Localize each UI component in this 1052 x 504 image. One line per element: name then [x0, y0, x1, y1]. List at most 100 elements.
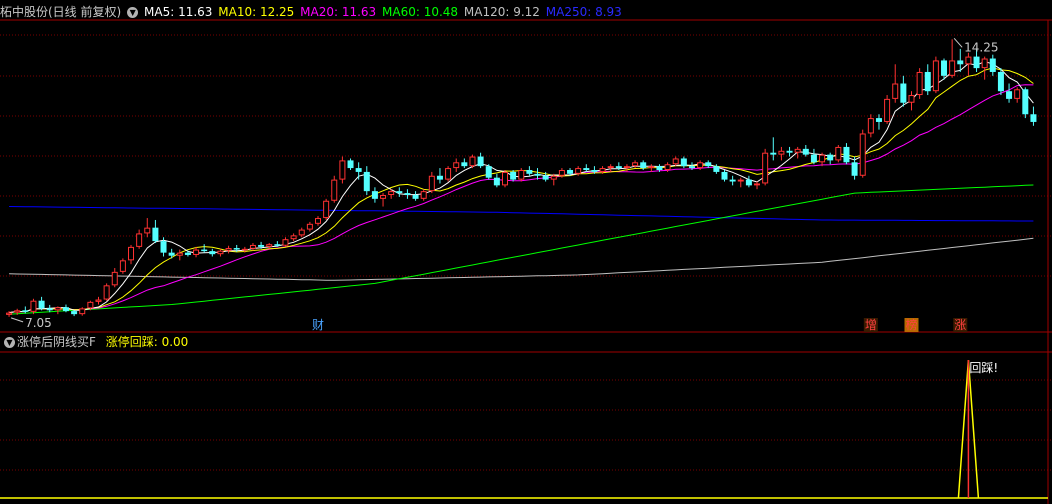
candle — [436, 168, 443, 184]
candle — [396, 187, 403, 197]
candle — [680, 156, 687, 169]
candle — [30, 298, 37, 315]
candle-body — [71, 311, 78, 315]
candle — [453, 158, 460, 172]
candle-body — [193, 249, 200, 255]
candle — [989, 54, 996, 76]
candle-body — [713, 166, 720, 172]
candle-body — [835, 146, 842, 161]
candle-body — [965, 56, 972, 65]
candle-body — [656, 166, 663, 170]
candle — [729, 175, 736, 186]
candle — [461, 158, 468, 169]
candle — [908, 91, 915, 111]
candle — [932, 56, 939, 94]
candle-body — [957, 60, 964, 65]
candle-body — [510, 171, 517, 180]
candle-body — [867, 118, 874, 134]
candle-body — [298, 229, 305, 236]
candle — [22, 306, 29, 314]
candle — [323, 198, 330, 220]
candle-body — [884, 98, 891, 122]
candle-body — [111, 271, 118, 286]
candle — [770, 137, 777, 161]
candle — [160, 237, 167, 257]
candle — [469, 154, 476, 169]
candle-body — [54, 307, 61, 311]
candle-body — [770, 152, 777, 155]
candle-body — [46, 308, 53, 311]
candle-body — [176, 252, 183, 256]
candle — [607, 164, 614, 172]
candle-body — [160, 241, 167, 253]
candle-body — [754, 183, 761, 186]
candle — [380, 193, 387, 207]
candle — [363, 166, 370, 195]
candle — [347, 158, 354, 170]
candle-body — [1030, 114, 1037, 122]
candle-body — [924, 71, 931, 92]
candle-body — [144, 227, 151, 234]
candle — [778, 146, 785, 161]
candle — [884, 95, 891, 124]
candle-body — [14, 310, 21, 313]
candle — [737, 177, 744, 188]
candlestick-series — [6, 39, 1037, 317]
candle-body — [542, 175, 549, 180]
candle-body — [721, 171, 728, 180]
candle — [493, 173, 500, 188]
candle — [843, 143, 850, 165]
candle — [1014, 87, 1021, 103]
candle-body — [347, 160, 354, 169]
candle-body — [989, 58, 996, 72]
candle — [997, 68, 1004, 96]
candle-body — [22, 310, 29, 312]
candle — [526, 166, 533, 176]
candle-body — [623, 166, 630, 169]
event-marker: 榜 — [905, 317, 917, 332]
event-marker: 财 — [312, 318, 324, 332]
candle — [128, 244, 135, 265]
candle-body — [729, 179, 736, 182]
candle-body — [550, 175, 557, 180]
candle — [249, 243, 256, 251]
candle-body — [680, 158, 687, 167]
candle-body — [6, 312, 13, 315]
candle-body — [632, 162, 639, 167]
candle — [331, 175, 338, 203]
candle — [201, 244, 208, 253]
candle — [534, 168, 541, 180]
candle — [648, 164, 655, 172]
candle-body — [1014, 89, 1021, 99]
candle — [802, 145, 809, 157]
candle — [501, 170, 508, 188]
candle-body — [323, 200, 330, 219]
candle-body — [973, 56, 980, 69]
candle — [46, 304, 53, 313]
candle — [810, 148, 817, 165]
candle-body — [87, 301, 94, 309]
candle — [786, 146, 793, 157]
candle — [62, 304, 69, 313]
candle-body — [558, 170, 565, 176]
candle — [762, 148, 769, 186]
kline-chart[interactable]: 14.25 7.05 财 增 榜 涨 回踩! — [0, 0, 1052, 504]
candle-body — [843, 146, 850, 163]
candle — [54, 306, 61, 315]
event-marker: 涨 — [954, 317, 966, 332]
candle-body — [331, 179, 338, 201]
candle — [404, 189, 411, 199]
candle-body — [339, 160, 346, 180]
candle-body — [875, 118, 882, 122]
candle-body — [62, 307, 69, 312]
candle-body — [932, 60, 939, 92]
candle — [754, 181, 761, 190]
candle — [900, 75, 907, 107]
candle-body — [380, 194, 387, 199]
candle-body — [38, 300, 45, 309]
candle-body — [518, 170, 525, 180]
candle — [981, 56, 988, 80]
candle-body — [526, 170, 533, 174]
candle-body — [396, 191, 403, 194]
candle-body — [461, 162, 468, 167]
